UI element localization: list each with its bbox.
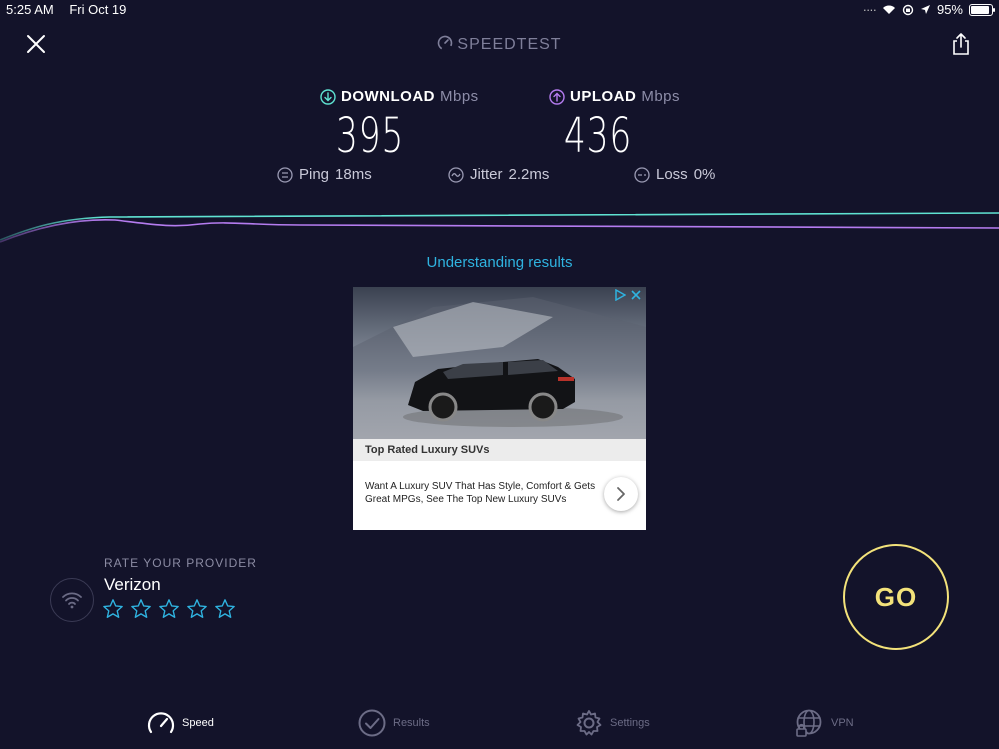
check-circle-icon [358,709,386,737]
speed-graph [0,212,999,243]
jitter-label: Jitter [470,166,503,183]
tab-vpn-label: VPN [831,717,854,729]
upload-unit: Mbps [641,88,681,105]
upload-label: UPLOAD [570,88,637,105]
upload-arrow-icon [549,88,565,105]
tab-results-label: Results [393,717,430,729]
gear-icon [576,710,602,736]
speedtest-logo-icon [438,35,453,51]
download-arrow-icon [320,88,336,105]
tab-speed[interactable]: Speed [146,708,214,738]
ping-label: Ping [299,166,330,183]
globe-lock-icon [796,709,822,737]
provider-name: Verizon [104,575,161,594]
ad-arrow-button[interactable] [604,477,638,511]
tab-settings[interactable]: Settings [574,708,650,738]
status-bar-right: ···· 95% [862,2,995,17]
app-title: SPEEDTEST [0,35,999,54]
download-value: 395 [335,108,405,164]
ad-headline[interactable]: Top Rated Luxury SUVs [353,439,646,461]
upload-value: 436 [563,108,633,164]
loss-metric: Loss 0% [634,166,715,183]
location-icon [920,5,930,14]
ping-value: 18ms [335,166,372,183]
status-time: 5:25 AM [6,2,54,17]
ad-info-icon[interactable] [614,289,626,301]
provider-wifi-badge [50,578,94,622]
share-icon [953,33,969,55]
star-icon-5[interactable] [214,598,236,620]
loss-label: Loss [656,166,688,183]
jitter-icon [448,166,464,183]
share-button[interactable] [951,32,971,56]
loss-value: 0% [693,166,716,183]
advertisement[interactable]: Top Rated Luxury SUVs Want A Luxury SUV … [353,287,646,530]
orientation-lock-icon [902,4,914,15]
jitter-metric: Jitter 2.2ms [448,166,549,183]
ping-icon [277,166,293,183]
app-title-text: SPEEDTEST [457,36,562,53]
signal-dots-icon: ···· [862,2,877,17]
star-icon-3[interactable] [158,598,180,620]
rate-provider-label: RATE YOUR PROVIDER [104,556,257,570]
download-unit: Mbps [440,88,479,105]
download-label: DOWNLOAD [341,88,435,105]
chevron-right-icon [617,487,625,501]
go-button[interactable]: GO [843,544,949,650]
ad-car-image [353,297,646,439]
wifi-status-icon [882,5,895,14]
loss-icon [634,166,650,183]
ping-metric: Ping 18ms [277,166,372,183]
jitter-value: 2.2ms [508,166,550,183]
star-icon-1[interactable] [102,598,124,620]
tab-results[interactable]: Results [357,708,430,738]
star-icon-2[interactable] [130,598,152,620]
upload-header: UPLOAD Mbps [549,88,680,105]
star-icon-4[interactable] [186,598,208,620]
status-date: Fri Oct 19 [69,2,127,17]
battery-percent: 95% [936,2,963,17]
upload-graph-line [0,218,999,243]
tab-vpn[interactable]: VPN [795,708,854,738]
ad-choices[interactable] [614,289,642,301]
ad-body[interactable]: Want A Luxury SUV That Has Style, Comfor… [365,480,600,506]
speedometer-icon [147,712,175,734]
wifi-icon [62,592,82,609]
download-header: DOWNLOAD Mbps [320,88,479,105]
ad-close-icon[interactable] [630,289,642,301]
understanding-results-link[interactable]: Understanding results [0,254,999,271]
rating-stars [102,598,236,620]
ad-image[interactable] [353,287,646,439]
tab-settings-label: Settings [610,717,650,729]
battery-icon [969,3,995,16]
status-bar-left: 5:25 AM Fri Oct 19 [6,2,138,17]
tab-speed-label: Speed [182,717,214,729]
